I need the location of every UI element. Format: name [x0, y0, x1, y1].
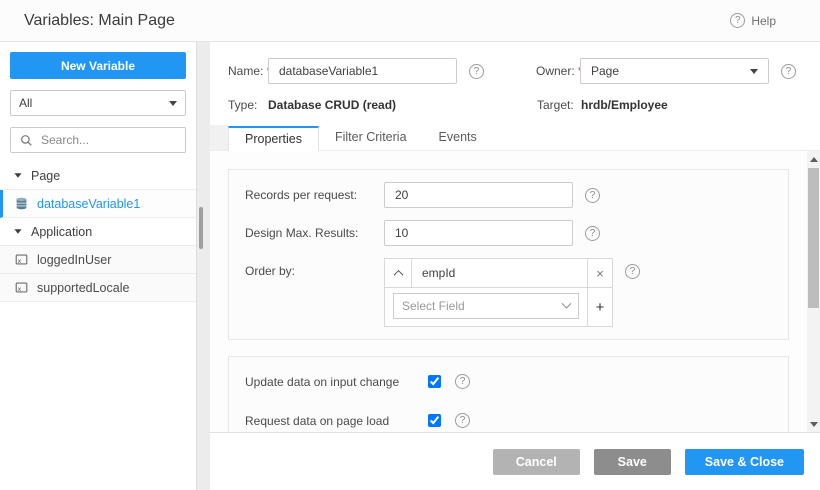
chevron-down-icon — [169, 101, 177, 106]
variables-dialog: Variables: Main Page Help New Variable A… — [0, 0, 820, 490]
request-data-on-page-load-checkbox[interactable] — [428, 414, 441, 427]
remove-order-field-button[interactable] — [587, 259, 612, 287]
select-field-cell: Select Field — [385, 288, 587, 326]
tree-item-label: databaseVariable1 — [37, 197, 140, 211]
search-icon — [19, 133, 33, 147]
content-scrollbar[interactable] — [807, 151, 820, 432]
request-data-on-page-load-label: Request data on page load — [245, 414, 428, 428]
collapse-caret-icon — [14, 229, 21, 234]
tab-properties[interactable]: Properties — [228, 126, 319, 151]
dialog-footer: Cancel Save Save & Close — [210, 432, 820, 490]
scroll-down-arrow-icon[interactable] — [807, 417, 820, 431]
name-label: Name: — [228, 64, 268, 78]
update-data-on-input-change-checkbox[interactable] — [428, 375, 441, 388]
help-label: Help — [751, 14, 776, 28]
type-label: Type: — [228, 98, 268, 112]
database-variable-icon — [14, 197, 28, 211]
order-by-help-icon[interactable] — [625, 264, 640, 279]
design-max-results-label: Design Max. Results: — [245, 226, 384, 240]
variable-type-filter-select[interactable]: All — [10, 90, 186, 116]
order-by-widget: Select Field — [384, 258, 613, 327]
records-per-request-help-icon[interactable] — [585, 188, 600, 203]
records-per-request-label: Records per request: — [245, 188, 384, 202]
tabbar-lead — [210, 125, 228, 150]
select-field-dropdown[interactable]: Select Field — [393, 293, 579, 319]
variables-sidebar: New Variable All Page — [0, 42, 197, 490]
variable-type-filter-value: All — [19, 96, 32, 110]
request-data-help-icon[interactable] — [455, 413, 470, 428]
behavior-panel: Update data on input change Request data… — [228, 356, 789, 432]
name-input[interactable] — [268, 58, 457, 84]
design-max-results-input[interactable] — [384, 220, 573, 246]
variable-tabs: Properties Filter Criteria Events — [210, 124, 820, 151]
svg-text:x: x — [17, 286, 21, 293]
variable-detail-pane: Name: Owner: Page Type: Database CRUD (r… — [210, 42, 820, 490]
cancel-button[interactable]: Cancel — [493, 449, 580, 475]
owner-label: Owner: — [536, 64, 580, 78]
target-label: Target: — [537, 98, 581, 112]
close-icon — [596, 267, 604, 280]
tree-group-page[interactable]: Page — [0, 162, 196, 190]
add-order-field-button[interactable] — [587, 288, 612, 326]
new-variable-button[interactable]: New Variable — [10, 52, 186, 79]
scroll-up-arrow-icon[interactable] — [807, 152, 820, 166]
owner-help-icon[interactable] — [781, 64, 796, 79]
records-per-request-input[interactable] — [384, 182, 573, 208]
dialog-header: Variables: Main Page Help — [0, 0, 820, 42]
variables-tree: Page databaseVariable1 Application x — [0, 162, 196, 302]
save-button[interactable]: Save — [594, 449, 671, 475]
tree-group-label: Page — [31, 169, 60, 183]
variable-search — [10, 127, 186, 153]
chevron-up-icon — [393, 269, 403, 279]
tree-item-label: loggedInUser — [37, 253, 111, 267]
chevron-down-icon — [562, 298, 572, 308]
tab-events[interactable]: Events — [423, 125, 493, 150]
type-value: Database CRUD (read) — [268, 98, 485, 112]
sidebar-scrollbar-thumb[interactable] — [199, 207, 203, 249]
tree-group-application[interactable]: Application — [0, 218, 196, 246]
search-input[interactable] — [39, 132, 177, 148]
tree-group-label: Application — [31, 225, 92, 239]
content-scrollbar-thumb[interactable] — [808, 168, 819, 308]
help-button[interactable]: Help — [730, 13, 776, 28]
order-by-label: Order by: — [245, 258, 384, 284]
order-by-field-input[interactable] — [412, 259, 587, 287]
data-settings-panel: Records per request: Design Max. Results… — [228, 169, 789, 340]
properties-tab-content: Records per request: Design Max. Results… — [210, 151, 820, 432]
update-data-on-input-change-label: Update data on input change — [245, 375, 428, 389]
page-title: Variables: Main Page — [24, 12, 175, 30]
update-data-help-icon[interactable] — [455, 374, 470, 389]
collapse-caret-icon — [14, 173, 21, 178]
chevron-down-icon — [750, 69, 758, 74]
sidebar-scrollbar-track — [197, 42, 210, 490]
tree-item-databasevariable1[interactable]: databaseVariable1 — [0, 190, 196, 218]
design-max-results-help-icon[interactable] — [585, 226, 600, 241]
variable-summary-form: Name: Owner: Page Type: Database CRUD (r… — [210, 42, 820, 112]
target-value: hrdb/Employee — [581, 98, 668, 112]
static-variable-icon: x — [14, 281, 28, 295]
static-variable-icon: x — [14, 253, 28, 267]
save-and-close-button[interactable]: Save & Close — [685, 449, 804, 475]
owner-select[interactable]: Page — [580, 58, 769, 84]
plus-icon — [596, 300, 605, 315]
tab-filter-criteria[interactable]: Filter Criteria — [319, 125, 423, 150]
tree-item-supportedlocale[interactable]: x supportedLocale — [0, 274, 196, 302]
sort-direction-toggle[interactable] — [385, 259, 412, 287]
help-icon — [730, 13, 745, 28]
svg-text:x: x — [17, 258, 21, 265]
owner-value: Page — [591, 64, 619, 78]
tree-item-label: supportedLocale — [37, 281, 129, 295]
tree-item-loggedinuser[interactable]: x loggedInUser — [0, 246, 196, 274]
name-help-icon[interactable] — [469, 64, 484, 79]
select-field-placeholder: Select Field — [402, 299, 465, 313]
